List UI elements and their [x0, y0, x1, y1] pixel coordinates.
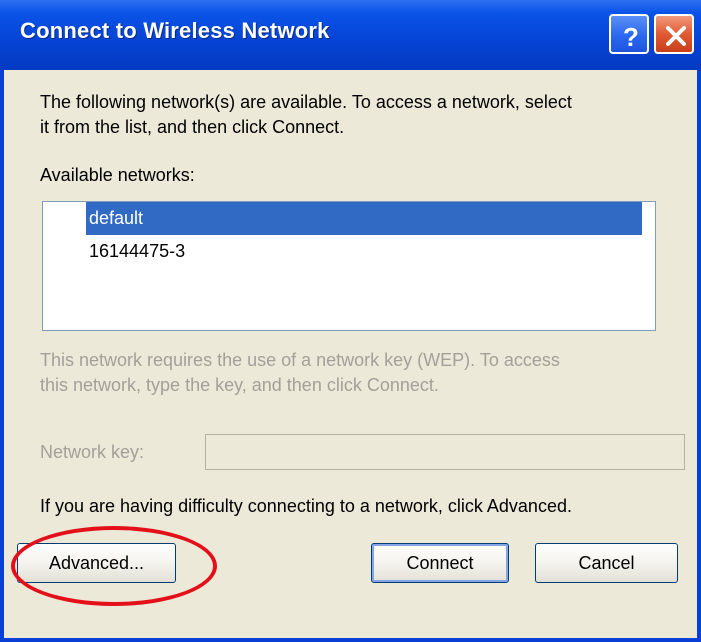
dialog-body: The following network(s) are available. …	[4, 70, 697, 638]
close-button[interactable]	[654, 14, 694, 54]
list-item[interactable]: default	[86, 202, 642, 235]
help-text: If you are having difficulty connecting …	[40, 496, 572, 516]
intro-text-line-2: it from the list, and then click Connect…	[40, 117, 345, 137]
title-bar[interactable]: Connect to Wireless Network ?	[0, 0, 701, 70]
dialog-window: Connect to Wireless Network ? The follow…	[0, 0, 701, 642]
list-item[interactable]: 16144475-3	[86, 235, 642, 268]
intro-text-line-1: The following network(s) are available. …	[40, 92, 572, 112]
advanced-button[interactable]: Advanced...	[17, 543, 176, 583]
window-title: Connect to Wireless Network	[20, 18, 330, 43]
network-key-label: Network key:	[40, 442, 145, 462]
wep-text-line-2: this network, type the key, and then cli…	[40, 375, 439, 395]
network-key-field[interactable]	[205, 434, 685, 470]
network-name: default	[89, 208, 144, 228]
help-button[interactable]: ?	[609, 14, 649, 54]
question-mark-icon: ?	[623, 22, 639, 52]
available-networks-label: Available networks:	[40, 165, 195, 185]
connect-button[interactable]: Connect	[371, 543, 509, 583]
networks-list[interactable]: default 16144475-3	[42, 201, 656, 331]
network-name: 16144475-3	[89, 241, 186, 261]
svg-text:?: ?	[623, 22, 639, 52]
cancel-button[interactable]: Cancel	[535, 543, 678, 583]
close-icon	[666, 26, 686, 46]
wep-text-line-1: This network requires the use of a netwo…	[40, 350, 560, 370]
